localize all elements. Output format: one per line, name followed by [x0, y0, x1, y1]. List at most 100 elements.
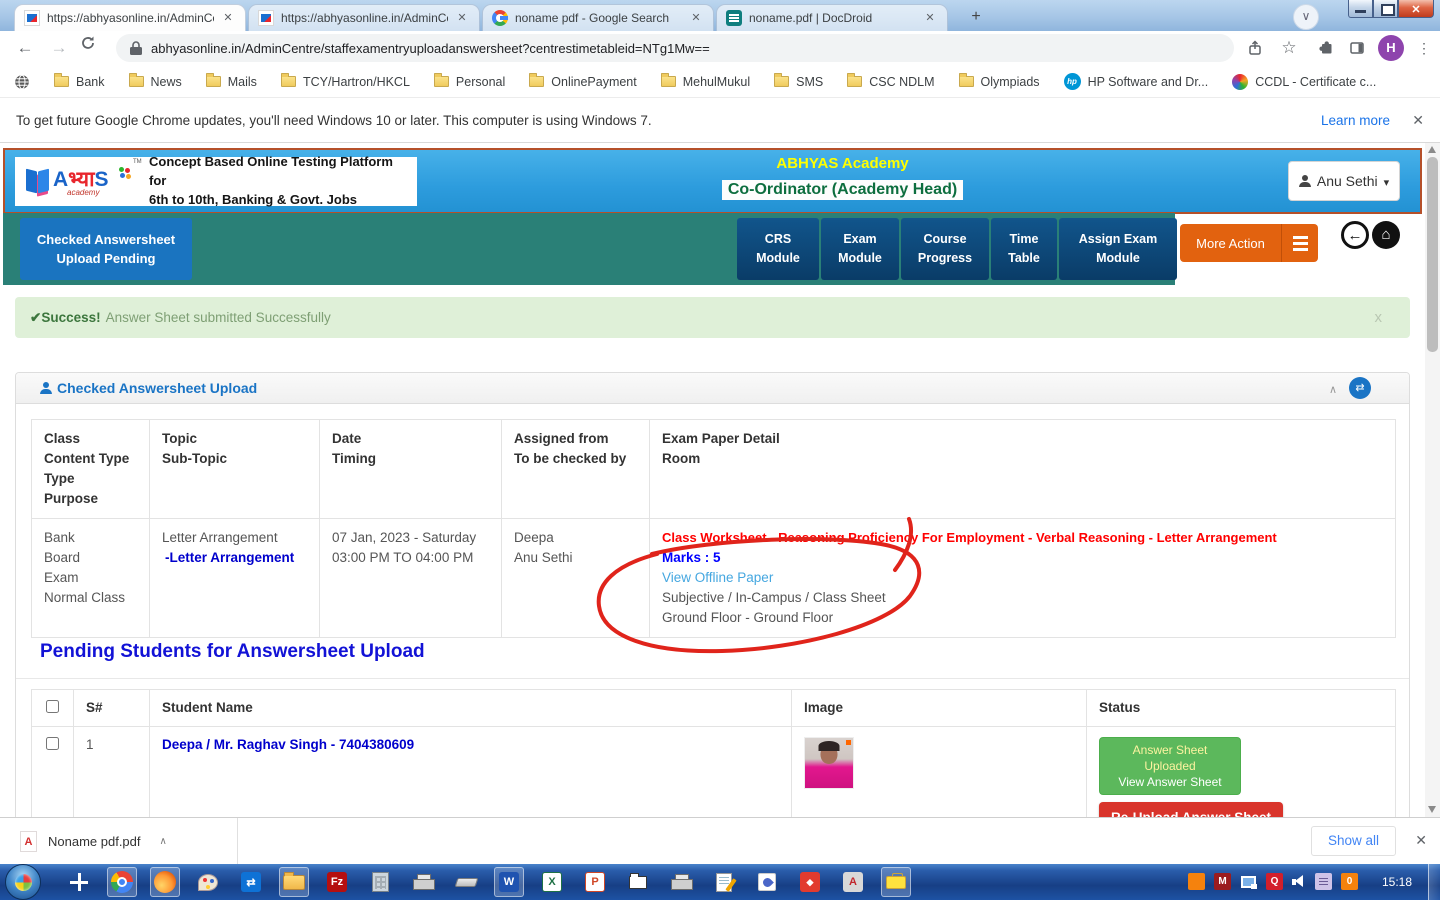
url-text: abhyasonline.in/AdminCentre/staffexament… [151, 41, 710, 56]
notes-tray-icon[interactable] [1315, 873, 1332, 890]
time-table-button[interactable]: Time Table [991, 218, 1057, 280]
volume-tray-icon[interactable] [1292, 875, 1306, 888]
bookmark-item-mails[interactable]: Mails [206, 75, 257, 89]
window-close-button[interactable] [1398, 0, 1434, 18]
window-minimize-button[interactable] [1348, 0, 1373, 18]
show-all-button[interactable]: Show all [1311, 826, 1396, 856]
student-name-link[interactable]: Deepa / Mr. Raghav Singh - 7404380609 [150, 727, 792, 818]
bookmark-item-sms[interactable]: SMS [774, 75, 823, 89]
notice-close-icon[interactable] [1412, 112, 1424, 129]
select-all-checkbox[interactable] [46, 700, 59, 713]
word-icon[interactable]: W [494, 867, 524, 897]
extensions-icon[interactable] [1314, 36, 1338, 60]
bookmark-star-icon[interactable] [1277, 36, 1301, 60]
download-bar-close-icon[interactable] [1415, 832, 1427, 849]
site-header: Aभ्याS academy TM Concept Based Online T… [3, 148, 1422, 214]
ar-app-icon[interactable]: A [838, 867, 868, 897]
browser-tab-1[interactable]: https://abhyasonline.in/AdminCe [14, 4, 246, 31]
address-bar[interactable]: abhyasonline.in/AdminCentre/staffexament… [116, 34, 1234, 62]
filezilla-icon[interactable]: Fz [322, 867, 352, 897]
quickheal-tray-icon[interactable]: Q [1266, 873, 1283, 890]
zero-tray-icon[interactable]: 0 [1341, 873, 1358, 890]
assign-exam-module-button[interactable]: Assign Exam Module [1059, 218, 1177, 280]
new-tab-button[interactable] [962, 6, 990, 28]
taskbar-clock[interactable]: 15:18 [1382, 875, 1412, 889]
browser-tab-3[interactable]: noname pdf - Google Search [482, 4, 714, 31]
checked-answersheet-upload-pending-button[interactable]: Checked Answersheet Upload Pending [20, 218, 192, 280]
calculator-icon[interactable] [365, 867, 395, 897]
crs-module-button[interactable]: CRS Module [737, 218, 819, 280]
show-desktop-strip[interactable] [1428, 864, 1440, 900]
adobe-tray-icon[interactable]: M [1214, 873, 1231, 890]
excel-icon[interactable]: X [537, 867, 567, 897]
bookmark-item-bank[interactable]: Bank [54, 75, 105, 89]
bookmark-item-personal[interactable]: Personal [434, 75, 505, 89]
learn-more-link[interactable]: Learn more [1321, 113, 1390, 128]
bookmark-item-onlinepayment[interactable]: OnlinePayment [529, 75, 636, 89]
explorer-icon[interactable] [279, 867, 309, 897]
bookmark-item-ccdl[interactable]: CCDL - Certificate c... [1232, 74, 1376, 90]
browser-menu-icon[interactable] [1414, 36, 1434, 60]
yellow-app-icon[interactable] [881, 867, 911, 897]
reload-button[interactable] [80, 35, 106, 61]
reupload-answer-sheet-button[interactable]: Re-Upload Answer Sheet [1099, 802, 1283, 817]
java-tray-icon[interactable] [1188, 873, 1205, 890]
scroll-up-arrow[interactable] [1428, 146, 1436, 153]
teamviewer-icon[interactable] [236, 867, 266, 897]
share-icon[interactable] [1243, 36, 1267, 60]
user-menu-button[interactable]: Anu Sethi [1288, 161, 1400, 201]
paint-icon[interactable] [193, 867, 223, 897]
browser-tab-4[interactable]: noname.pdf | DocDroid [716, 4, 948, 31]
bookmark-item-olympiads[interactable]: Olympiads [959, 75, 1040, 89]
red-diamond-app-icon[interactable] [795, 867, 825, 897]
tab-close-icon[interactable] [454, 10, 470, 26]
titlebar-chevron-icon[interactable] [1293, 4, 1319, 30]
forward-button[interactable] [46, 35, 72, 61]
window-maximize-button[interactable] [1373, 0, 1398, 18]
bookmark-item-news[interactable]: News [129, 75, 182, 89]
view-offline-paper-link[interactable]: View Offline Paper [662, 568, 1383, 588]
tab-close-icon[interactable] [220, 10, 236, 26]
folder-bw-icon[interactable] [623, 867, 653, 897]
collapse-chevron-icon[interactable] [1329, 383, 1337, 396]
view-answer-sheet-button[interactable]: Answer Sheet Uploaded View Answer Sheet [1099, 737, 1241, 795]
checked-answersheet-panel: Checked Answersheet Upload ClassContent … [15, 372, 1410, 817]
bookmark-item-cscndlm[interactable]: CSC NDLM [847, 75, 934, 89]
page-scrollbar[interactable] [1425, 143, 1440, 817]
refresh-arrows-icon[interactable] [1349, 377, 1371, 399]
download-caret-icon[interactable] [160, 836, 167, 847]
network-tray-icon[interactable] [1240, 875, 1257, 889]
move-tool-icon[interactable] [64, 867, 94, 897]
printer-icon[interactable] [408, 867, 438, 897]
scanner-icon[interactable] [451, 867, 481, 897]
exam-module-button[interactable]: Exam Module [821, 218, 899, 280]
notepad-icon[interactable] [709, 867, 739, 897]
tab-close-icon[interactable] [922, 10, 938, 26]
firefox-icon[interactable] [150, 867, 180, 897]
chrome-icon[interactable] [107, 867, 137, 897]
profile-avatar[interactable]: H [1378, 35, 1404, 61]
copier-icon[interactable] [666, 867, 696, 897]
scroll-down-arrow[interactable] [1428, 806, 1436, 813]
back-button[interactable] [12, 35, 38, 61]
more-action-button[interactable]: More Action [1180, 224, 1318, 262]
powerpoint-icon[interactable]: P [580, 867, 610, 897]
tab-close-icon[interactable] [688, 10, 704, 26]
google-favicon [492, 10, 508, 26]
bookmark-item-mehulmukul[interactable]: MehulMukul [661, 75, 750, 89]
page-back-icon[interactable] [1341, 221, 1369, 249]
drop-app-icon[interactable] [752, 867, 782, 897]
bookmark-item-hp[interactable]: HP Software and Dr... [1064, 73, 1209, 90]
download-item[interactable]: Noname pdf.pdf [12, 824, 230, 859]
browser-tab-2[interactable]: https://abhyasonline.in/AdminCe [248, 4, 480, 31]
bookmark-globe[interactable] [14, 74, 30, 90]
course-progress-button[interactable]: Course Progress [901, 218, 989, 280]
start-button[interactable] [5, 864, 41, 900]
bookmark-item-tcy[interactable]: TCY/Hartron/HKCL [281, 75, 410, 89]
scrollbar-thumb[interactable] [1427, 157, 1438, 352]
sidebar-icon[interactable] [1345, 36, 1369, 60]
site-logo[interactable]: Aभ्याS academy TM Concept Based Online T… [15, 157, 417, 206]
alert-close-button[interactable]: x [1375, 309, 1383, 326]
student-checkbox[interactable] [46, 737, 59, 750]
home-icon[interactable] [1372, 221, 1400, 249]
